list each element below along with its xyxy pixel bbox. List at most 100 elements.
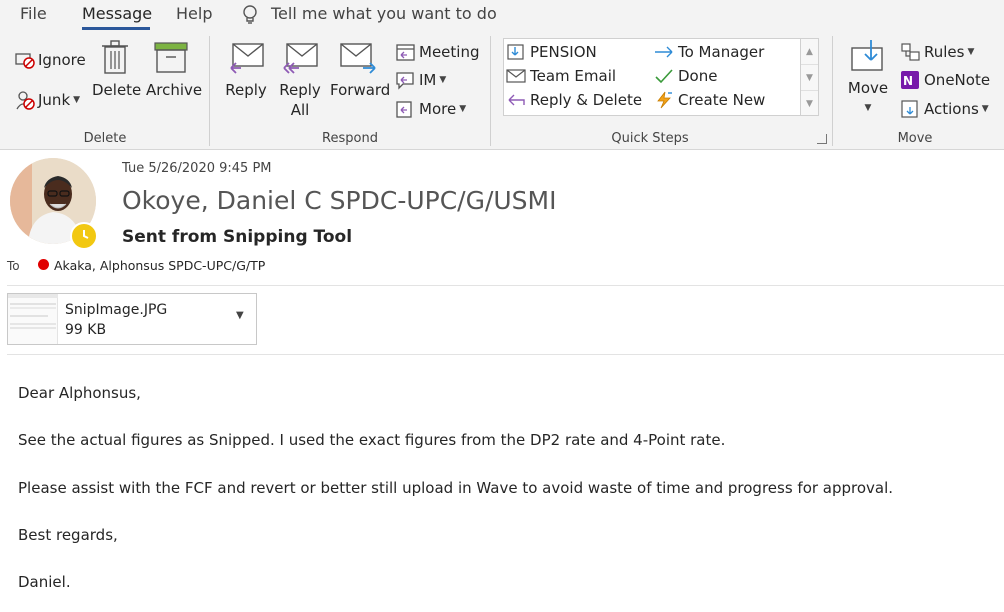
arrow-right-icon bbox=[655, 46, 673, 58]
forward-label: Forward bbox=[330, 81, 391, 99]
menu-message[interactable]: Message bbox=[82, 4, 152, 23]
reply-all-button[interactable]: Reply All bbox=[276, 40, 324, 120]
sender-name[interactable]: Okoye, Daniel C SPDC-UPC/G/USMI bbox=[122, 186, 557, 215]
menu-file[interactable]: File bbox=[20, 4, 47, 23]
archive-button[interactable]: Archive bbox=[146, 40, 202, 100]
group-divider bbox=[490, 36, 491, 146]
meeting-icon bbox=[396, 44, 415, 61]
quick-step-reply-delete[interactable]: Reply & Delete bbox=[506, 91, 642, 109]
onenote-button[interactable]: N OneNote bbox=[900, 70, 990, 90]
rules-label: Rules bbox=[924, 43, 965, 61]
quick-step-label: Team Email bbox=[530, 67, 617, 85]
im-label: IM bbox=[419, 71, 437, 89]
recipient-status-icon bbox=[38, 259, 49, 270]
ignore-button[interactable]: Ignore bbox=[14, 50, 86, 70]
chevron-down-icon: ▼ bbox=[439, 75, 447, 85]
svg-text:N: N bbox=[903, 74, 913, 88]
group-divider bbox=[209, 36, 210, 146]
more-button[interactable]: More ▼ bbox=[395, 99, 466, 119]
trash-icon bbox=[102, 40, 128, 74]
junk-icon bbox=[16, 91, 35, 110]
to-label: To bbox=[7, 259, 20, 273]
more-respond-icon bbox=[396, 101, 412, 118]
menu-help[interactable]: Help bbox=[176, 4, 212, 23]
move-button[interactable]: Move ▼ bbox=[844, 38, 892, 118]
message-subject: Sent from Snipping Tool bbox=[122, 227, 353, 247]
tell-me-search[interactable]: Tell me what you want to do bbox=[271, 4, 497, 23]
body-paragraph: Please assist with the FCF and revert or… bbox=[18, 479, 894, 497]
respond-group-label: Respond bbox=[322, 131, 378, 146]
delete-label: Delete bbox=[92, 81, 142, 99]
clock-icon bbox=[83, 230, 89, 239]
meeting-button[interactable]: Meeting bbox=[395, 42, 479, 62]
attachment-thumbnail bbox=[8, 294, 58, 344]
reply-all-label-2: All bbox=[290, 101, 310, 119]
move-group-label: Move bbox=[897, 131, 933, 146]
chevron-down-icon: ▼ bbox=[459, 104, 467, 114]
scroll-up-icon[interactable]: ▲ bbox=[801, 39, 818, 65]
divider bbox=[7, 354, 1004, 355]
rules-button[interactable]: Rules ▼ bbox=[900, 42, 974, 62]
ignore-icon bbox=[15, 53, 35, 69]
quick-step-team-email[interactable]: Team Email bbox=[506, 67, 616, 85]
attachment-name: SnipImage.JPG bbox=[65, 302, 168, 318]
forward-button[interactable]: Forward bbox=[330, 40, 391, 100]
reply-icon bbox=[230, 43, 264, 74]
expand-gallery-icon[interactable]: ▼ bbox=[801, 91, 818, 117]
delete-button[interactable]: Delete bbox=[92, 40, 142, 100]
junk-label: Junk bbox=[38, 91, 71, 109]
quick-step-label: To Manager bbox=[678, 43, 765, 61]
delete-group-label: Delete bbox=[83, 131, 127, 146]
chevron-down-icon: ▼ bbox=[73, 95, 81, 105]
ignore-label: Ignore bbox=[38, 51, 86, 69]
envelope-icon bbox=[506, 69, 526, 83]
forward-icon bbox=[340, 43, 376, 74]
attachment-card[interactable]: SnipImage.JPG 99 KB ▼ bbox=[7, 293, 257, 345]
scroll-down-icon[interactable]: ▼ bbox=[801, 65, 818, 91]
actions-label: Actions bbox=[924, 100, 979, 118]
quick-step-pension[interactable]: PENSION bbox=[506, 43, 597, 61]
menu-bar: File Message Help Tell me what you want … bbox=[0, 0, 1004, 30]
body-signature: Daniel. bbox=[18, 573, 71, 591]
dialog-launcher-icon[interactable] bbox=[817, 134, 827, 144]
archive-label: Archive bbox=[146, 81, 203, 99]
quick-steps-gallery: PENSION To Manager Team Email Done Reply… bbox=[503, 38, 801, 116]
meeting-label: Meeting bbox=[419, 43, 480, 61]
im-icon bbox=[396, 72, 414, 90]
chevron-down-icon[interactable]: ▼ bbox=[236, 310, 244, 321]
reply-label: Reply bbox=[225, 81, 267, 99]
body-closing: Best regards, bbox=[18, 526, 118, 544]
recipient-name[interactable]: Akaka, Alphonsus SPDC-UPC/G/TP bbox=[54, 258, 265, 273]
quick-steps-group-label: Quick Steps bbox=[611, 131, 689, 146]
actions-icon bbox=[901, 100, 918, 118]
onenote-icon: N bbox=[901, 71, 919, 89]
chevron-down-icon: ▼ bbox=[967, 47, 975, 57]
attachment-size: 99 KB bbox=[65, 322, 107, 338]
divider bbox=[7, 285, 1004, 286]
chevron-down-icon: ▼ bbox=[864, 103, 872, 113]
reply-arrow-icon bbox=[508, 94, 525, 106]
reply-button[interactable]: Reply bbox=[222, 40, 270, 100]
checkmark-icon bbox=[655, 69, 673, 84]
quick-step-to-manager[interactable]: To Manager bbox=[654, 43, 764, 61]
quick-steps-scroll: ▲ ▼ ▼ bbox=[801, 38, 819, 116]
reply-all-label-1: Reply bbox=[279, 81, 321, 99]
quick-step-label: Create New bbox=[678, 91, 766, 109]
reply-all-icon bbox=[283, 43, 318, 74]
spreadsheet-thumbnail-icon bbox=[8, 294, 58, 329]
quick-step-done[interactable]: Done bbox=[654, 67, 717, 85]
junk-button[interactable]: Junk ▼ bbox=[14, 89, 80, 111]
quick-step-label: Reply & Delete bbox=[530, 91, 643, 109]
chevron-down-icon: ▼ bbox=[981, 104, 989, 114]
actions-button[interactable]: Actions ▼ bbox=[900, 99, 989, 119]
more-label: More bbox=[419, 100, 457, 118]
im-button[interactable]: IM ▼ bbox=[395, 70, 446, 90]
quick-step-label: PENSION bbox=[530, 43, 597, 61]
body-greeting: Dear Alphonsus, bbox=[18, 384, 141, 402]
body-paragraph: See the actual figures as Snipped. I use… bbox=[18, 431, 726, 449]
group-divider bbox=[832, 36, 833, 146]
archive-icon bbox=[154, 42, 188, 73]
lightning-icon bbox=[657, 91, 672, 109]
rules-icon bbox=[901, 43, 920, 61]
quick-step-create-new[interactable]: Create New bbox=[654, 91, 765, 109]
